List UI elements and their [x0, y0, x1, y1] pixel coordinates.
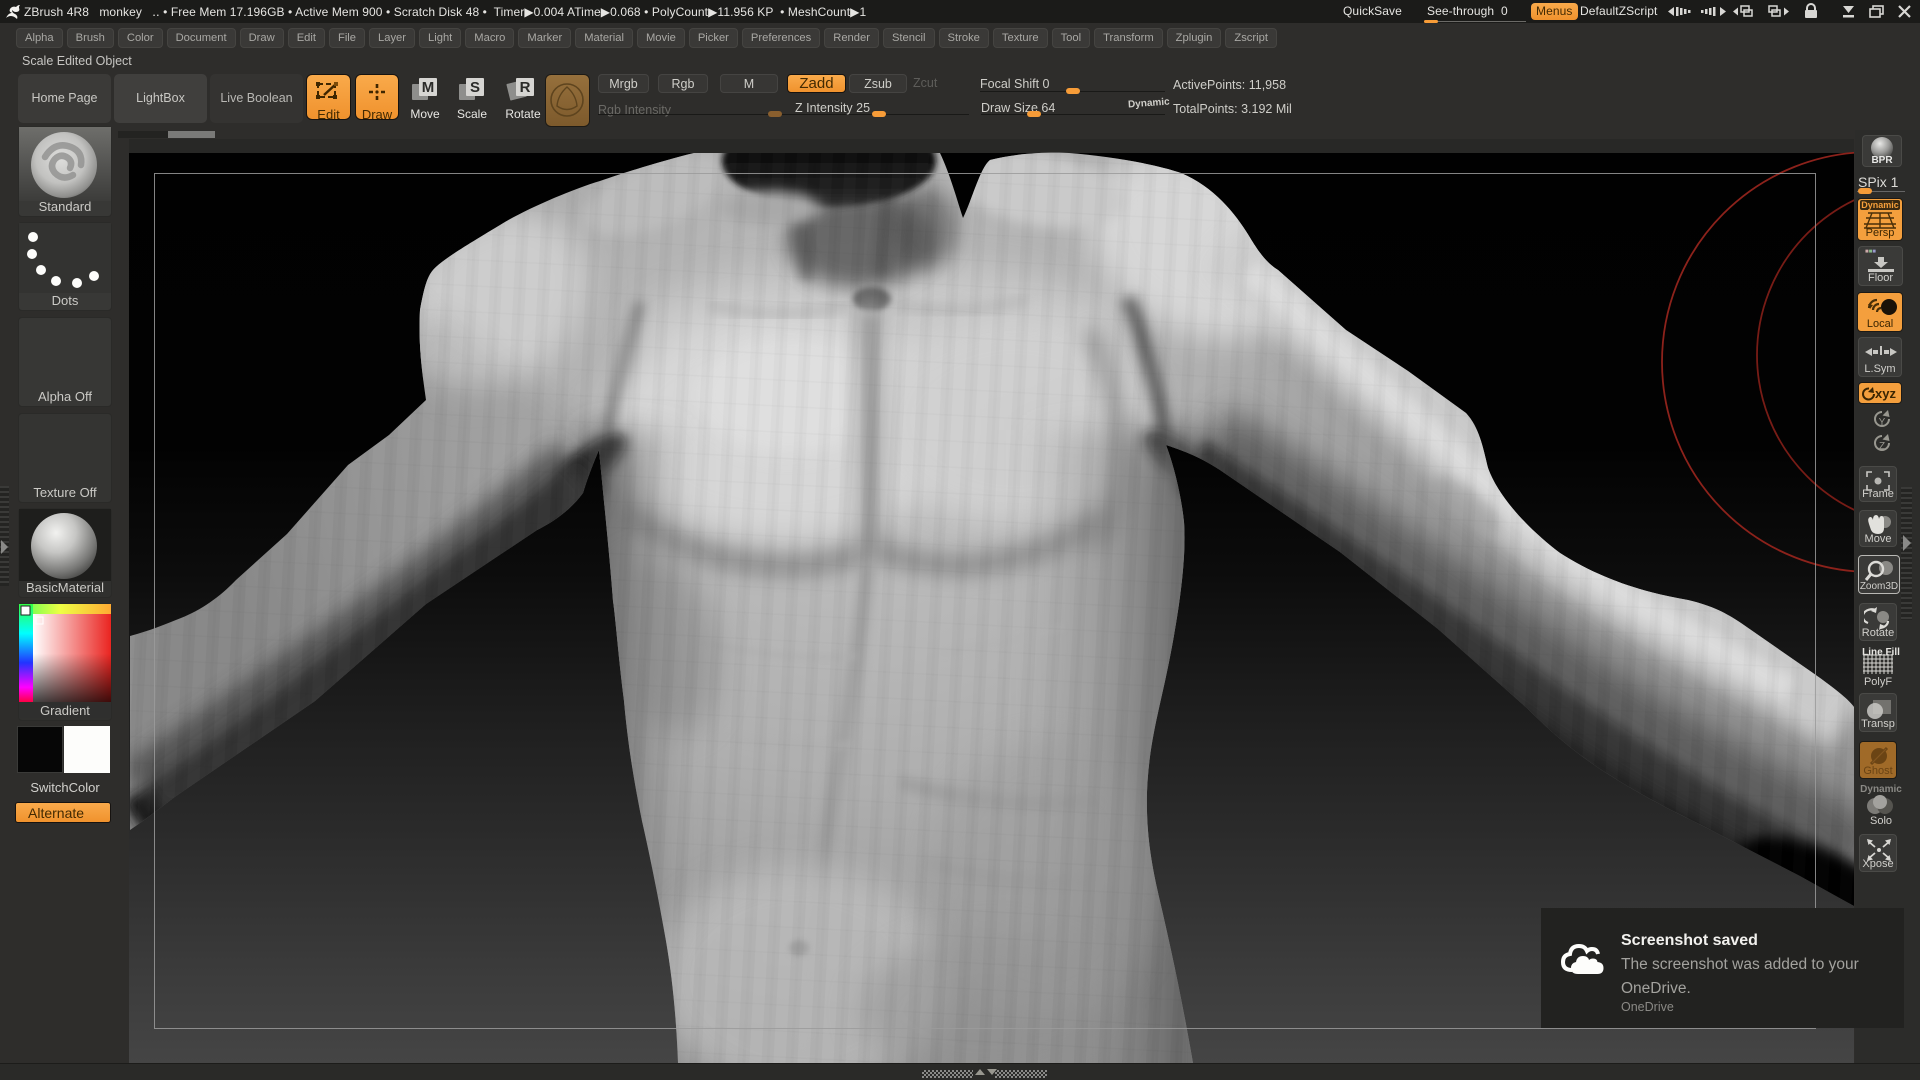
svg-text:Z: Z [1879, 441, 1885, 452]
svg-text:BPR: BPR [1871, 155, 1893, 166]
svg-text:S: S [470, 79, 480, 96]
svg-text:Y: Y [1879, 417, 1886, 428]
svg-text:M: M [422, 79, 435, 96]
svg-text:R: R [520, 79, 531, 96]
